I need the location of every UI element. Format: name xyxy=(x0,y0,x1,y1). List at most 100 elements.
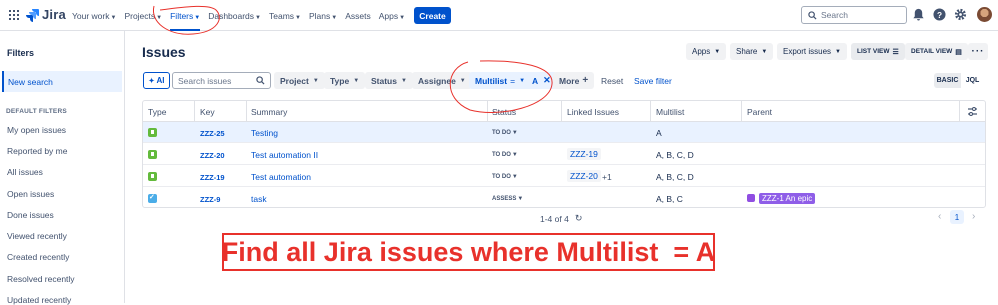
column-header-parent[interactable]: Parent xyxy=(747,107,772,117)
multilist-value: A, B, C xyxy=(656,194,683,204)
sidebar-item-all-issues[interactable]: All issues xyxy=(7,167,43,177)
issue-key-link[interactable]: ZZZ-19 xyxy=(200,173,225,182)
sidebar-item-resolved-recently[interactable]: Resolved recently xyxy=(7,274,75,284)
settings-gear-icon[interactable] xyxy=(954,8,967,21)
basic-mode-button[interactable]: BASIC xyxy=(934,73,961,88)
column-header-status[interactable]: Status xyxy=(492,107,516,117)
multilist-value: A xyxy=(656,128,662,138)
nav-apps[interactable]: Apps▼ xyxy=(379,11,405,21)
reset-button[interactable]: Reset xyxy=(601,72,623,89)
more-actions-button[interactable]: ··· xyxy=(968,43,988,60)
jira-logo-text: Jira xyxy=(42,7,66,22)
more-filters-button[interactable]: More + xyxy=(553,72,595,89)
ai-filter-button[interactable]: ✦ AI xyxy=(143,72,170,89)
status-dropdown[interactable]: ASSESS▼ xyxy=(492,196,523,202)
app-switcher-icon[interactable] xyxy=(9,10,19,20)
table-row[interactable]: ZZZ-19 Test automation TO DO▼ ZZZ-20 +1 … xyxy=(143,166,985,187)
top-navigation-bar: Jira Your work▼ Projects▼ Filters▼ Dashb… xyxy=(0,0,998,31)
prev-page-icon[interactable]: ‹ xyxy=(938,211,941,222)
issue-summary-link[interactable]: Testing xyxy=(251,128,278,138)
column-header-type[interactable]: Type xyxy=(148,107,166,117)
svg-text:?: ? xyxy=(937,10,942,20)
sidebar-item-done-issues[interactable]: Done issues xyxy=(7,210,54,220)
nav-assets[interactable]: Assets xyxy=(345,11,371,21)
chevron-down-icon: ▼ xyxy=(511,152,518,158)
chevron-down-icon: ▼ xyxy=(399,14,406,21)
notifications-icon[interactable] xyxy=(912,8,925,21)
sidebar-title: Filters xyxy=(7,48,35,58)
apps-button[interactable]: Apps ▼ xyxy=(686,43,727,60)
issue-summary-link[interactable]: Test automation xyxy=(251,172,311,182)
jira-logo[interactable]: Jira xyxy=(25,7,66,22)
share-button[interactable]: Share ▼ xyxy=(730,43,774,60)
detail-view-button[interactable]: DETAIL VIEW ▤ xyxy=(905,43,968,60)
linked-issue-chip[interactable]: ZZZ-20 xyxy=(567,170,601,182)
sidebar-item-open-issues[interactable]: Open issues xyxy=(7,189,54,199)
nav-teams[interactable]: Teams▼ xyxy=(269,11,301,21)
type-filter[interactable]: Type ▼ xyxy=(324,72,366,89)
nav-projects[interactable]: Projects▼ xyxy=(124,11,162,21)
status-filter[interactable]: Status ▼ xyxy=(365,72,413,89)
multilist-value: A, B, C, D xyxy=(656,172,694,182)
chevron-down-icon: ▼ xyxy=(194,14,201,21)
chevron-down-icon: ▼ xyxy=(459,77,466,84)
refresh-icon[interactable]: ↻ xyxy=(575,213,583,224)
list-view-button[interactable]: LIST VIEW ☰ xyxy=(851,43,905,60)
linked-issue-chip[interactable]: ZZZ-19 xyxy=(567,148,601,160)
issue-summary-link[interactable]: Test automation II xyxy=(251,150,318,160)
sidebar-item-viewed-recently[interactable]: Viewed recently xyxy=(7,231,67,241)
status-dropdown[interactable]: TO DO▼ xyxy=(492,130,518,136)
status-dropdown[interactable]: TO DO▼ xyxy=(492,152,518,158)
chevron-down-icon: ▼ xyxy=(517,196,524,202)
user-avatar[interactable] xyxy=(977,7,992,22)
sidebar-item-reported-by-me[interactable]: Reported by me xyxy=(7,146,67,156)
search-mode-toggle: BASIC JQL xyxy=(934,73,984,88)
help-icon[interactable]: ? xyxy=(933,8,946,21)
table-row[interactable]: ZZZ-25 Testing TO DO▼ A xyxy=(143,122,985,143)
nav-your-work[interactable]: Your work▼ xyxy=(72,11,116,21)
chevron-down-icon: ▼ xyxy=(255,14,261,21)
parent-epic-link[interactable]: ZZZ-1 An epic xyxy=(747,193,816,204)
plus-icon: + xyxy=(582,75,589,86)
global-search-input[interactable]: Search xyxy=(801,6,907,24)
multilist-filter[interactable]: Multilist = ▼ A ✕ xyxy=(469,72,557,89)
project-filter[interactable]: Project ▼ xyxy=(274,72,325,89)
assignee-filter[interactable]: Assignee ▼ xyxy=(412,72,472,89)
chevron-down-icon: ▼ xyxy=(156,14,163,21)
column-header-summary[interactable]: Summary xyxy=(251,107,287,117)
page-1-button[interactable]: 1 xyxy=(950,210,964,224)
chevron-down-icon: ▼ xyxy=(519,77,526,84)
issue-key-link[interactable]: ZZZ-25 xyxy=(200,129,225,138)
issue-summary-link[interactable]: task xyxy=(251,194,267,204)
create-button[interactable]: Create xyxy=(414,7,451,24)
search-issues-input[interactable]: Search issues xyxy=(172,72,271,89)
column-header-key[interactable]: Key xyxy=(200,107,215,117)
story-icon xyxy=(148,172,157,181)
sidebar-item-updated-recently[interactable]: Updated recently xyxy=(7,295,71,305)
column-header-multilist[interactable]: Multilist xyxy=(656,107,684,117)
nav-dashboards[interactable]: Dashboards▼ xyxy=(208,11,261,21)
nav-plans[interactable]: Plans▼ xyxy=(309,11,337,21)
multilist-filter-operator: = xyxy=(510,75,516,86)
column-settings-icon[interactable] xyxy=(967,106,978,117)
issue-key-link[interactable]: ZZZ-9 xyxy=(200,195,220,204)
next-page-icon[interactable]: › xyxy=(972,211,975,222)
clear-filter-icon[interactable]: ✕ xyxy=(543,75,551,86)
nav-filters[interactable]: Filters▼ xyxy=(170,11,201,31)
jql-mode-button[interactable]: JQL xyxy=(961,73,984,88)
chevron-down-icon: ▼ xyxy=(714,48,721,55)
sidebar-item-created-recently[interactable]: Created recently xyxy=(7,252,69,262)
issue-key-link[interactable]: ZZZ-20 xyxy=(200,151,225,160)
sidebar-item-my-open-issues[interactable]: My open issues xyxy=(7,125,66,135)
table-row[interactable]: ZZZ-9 task ASSESS▼ A, B, C ZZZ-1 An epic xyxy=(143,188,985,209)
export-issues-button[interactable]: Export issues ▼ xyxy=(777,43,847,60)
filters-sidebar: Filters New search DEFAULT FILTERS My op… xyxy=(0,31,125,305)
linked-issues-more[interactable]: +1 xyxy=(602,172,612,182)
save-filter-button[interactable]: Save filter xyxy=(634,72,672,89)
primary-nav: Your work▼ Projects▼ Filters▼ Dashboards… xyxy=(72,0,413,31)
multilist-value: A, B, C, D xyxy=(656,150,694,160)
column-header-linked-issues[interactable]: Linked Issues xyxy=(567,107,619,117)
table-row[interactable]: ZZZ-20 Test automation II TO DO▼ ZZZ-19 … xyxy=(143,144,985,165)
sidebar-item-new-search[interactable]: New search xyxy=(2,71,122,92)
status-dropdown[interactable]: TO DO▼ xyxy=(492,174,518,180)
